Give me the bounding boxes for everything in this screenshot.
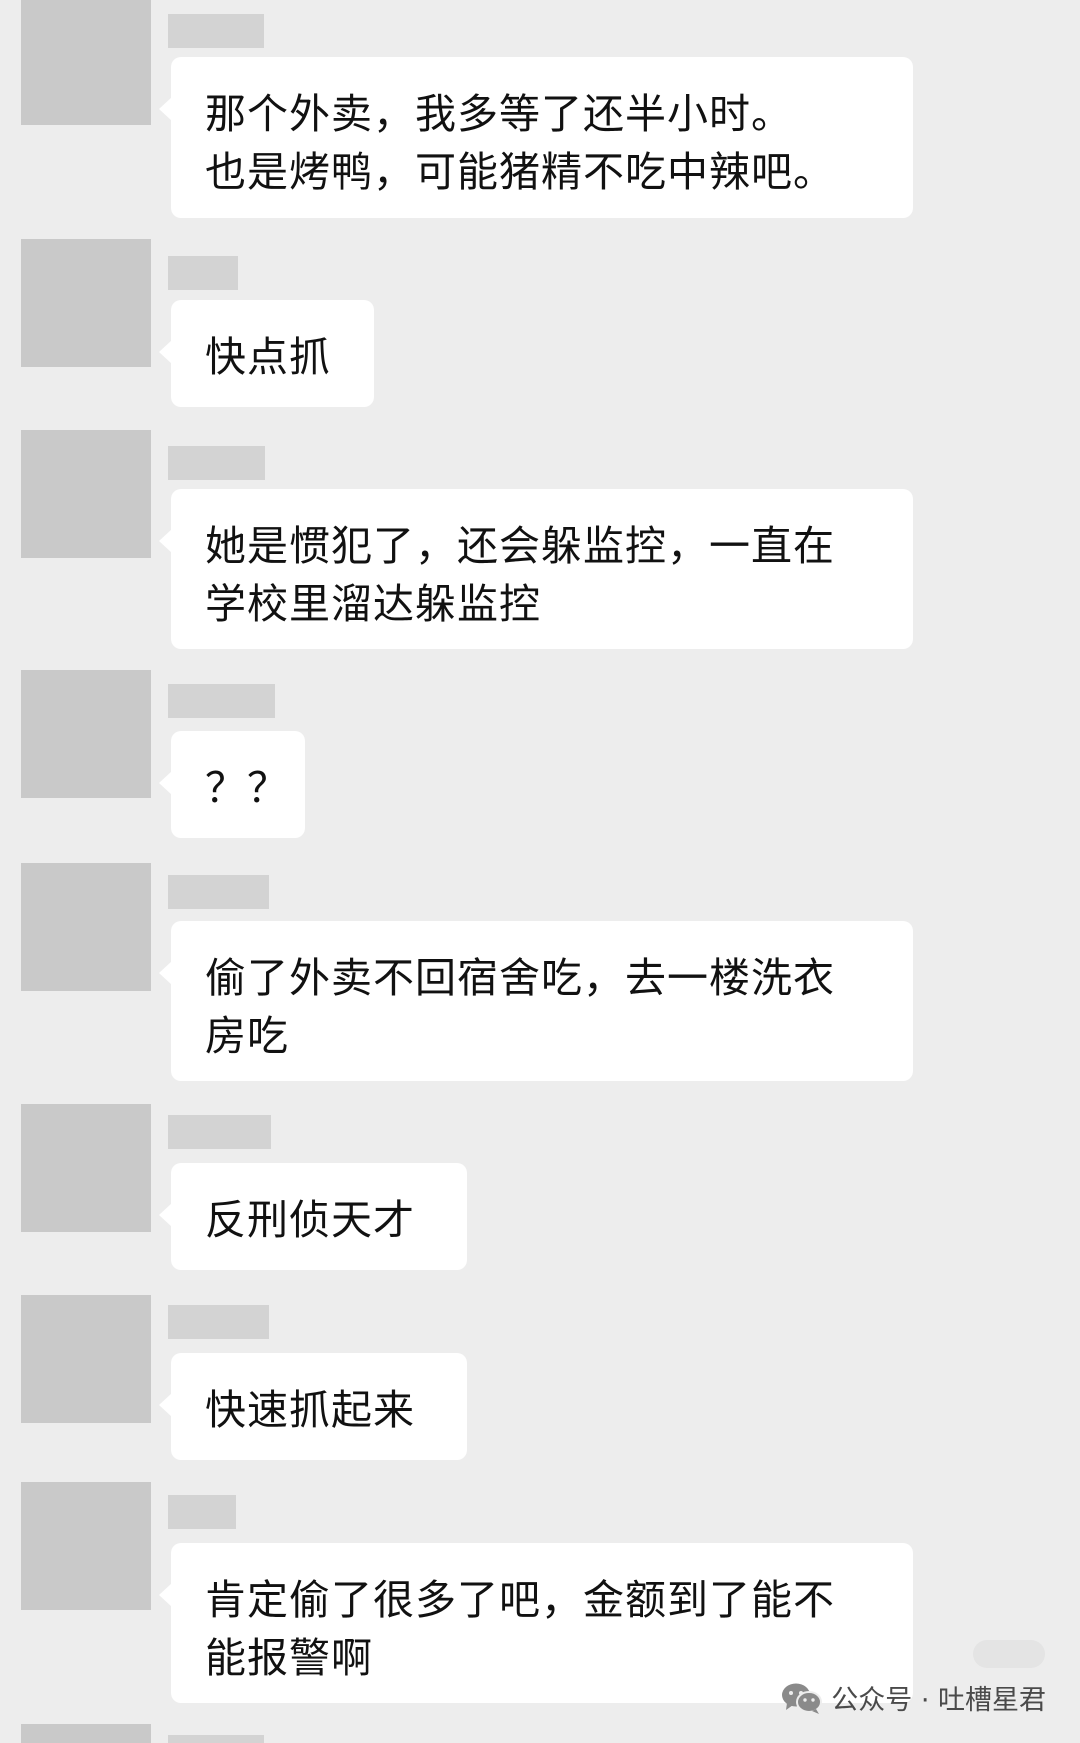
avatar[interactable] xyxy=(21,1482,151,1610)
sender-name-redacted xyxy=(168,256,238,290)
message-bubble[interactable]: 那个外卖，我多等了还半小时。 也是烤鸭，可能猪精不吃中辣吧。 xyxy=(159,57,913,218)
message-bubble[interactable]: 反刑侦天才 xyxy=(159,1163,467,1270)
avatar[interactable] xyxy=(21,1724,151,1743)
avatar[interactable] xyxy=(21,670,151,798)
avatar[interactable] xyxy=(21,0,151,125)
message-bubble[interactable]: 她是惯犯了，还会躲监控，一直在 学校里溜达躲监控 xyxy=(159,489,913,649)
wechat-icon xyxy=(781,1682,823,1714)
sender-name-redacted xyxy=(168,1495,236,1529)
sender-name-redacted xyxy=(168,14,264,48)
message-bubble[interactable]: 快点抓 xyxy=(159,300,374,407)
message-bubble[interactable]: 偷了外卖不回宿舍吃，去一楼洗衣 房吃 xyxy=(159,921,913,1081)
avatar[interactable] xyxy=(21,1104,151,1232)
sender-name-redacted xyxy=(168,446,265,480)
sender-name-redacted xyxy=(168,1115,271,1149)
watermark-label: 公众号 · 吐槽星君 xyxy=(831,1685,1046,1716)
avatar[interactable] xyxy=(21,430,151,558)
sender-name-redacted xyxy=(168,875,269,909)
message-bubble[interactable]: ？？ xyxy=(159,731,305,838)
avatar[interactable] xyxy=(21,1295,151,1423)
sender-name-redacted xyxy=(168,1305,269,1339)
avatar[interactable] xyxy=(21,239,151,367)
avatar[interactable] xyxy=(21,863,151,991)
sender-name-redacted xyxy=(168,1735,264,1743)
watermark: 公众号 · 吐槽星君 xyxy=(781,1678,1046,1717)
sender-name-redacted xyxy=(168,684,275,718)
message-bubble[interactable]: 快速抓起来 xyxy=(159,1353,467,1460)
corner-tag xyxy=(973,1640,1045,1668)
